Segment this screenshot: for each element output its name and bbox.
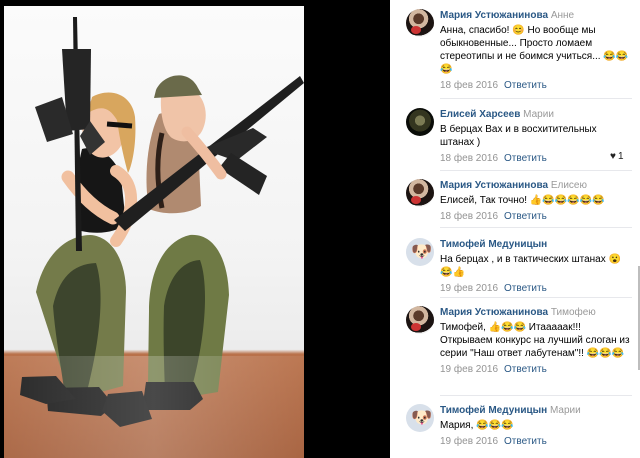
comment-header: Мария Устюжанинова Тимофею xyxy=(440,306,632,319)
dog-avatar-icon: 🐶 xyxy=(411,242,433,261)
reply-link[interactable]: Ответить xyxy=(504,211,547,222)
comment-header: Тимофей Медуницын xyxy=(440,238,632,251)
comment-body: Мария Устюжанинова Елисею Елисей, Так то… xyxy=(440,179,632,223)
comment-text: Анна, спасибо! 😊 Но вообще мы обыкновенн… xyxy=(440,25,629,75)
comment-text: Елисей, Так точно! 👍😂😂😂😂😂 xyxy=(440,195,605,206)
comment-body: Елисей Харсеев Марии В берцах Вах и в во… xyxy=(440,108,632,165)
comment-separator xyxy=(440,395,632,396)
comment-meta: 18 фев 2016 Ответить xyxy=(440,79,632,92)
avatar[interactable] xyxy=(406,306,434,334)
author-name[interactable]: Елисей Харсеев xyxy=(440,109,520,120)
comment-meta: 19 фев 2016 Ответить xyxy=(440,282,632,295)
comment-meta: 18 фев 2016 Ответить xyxy=(440,210,632,223)
comment-meta: 19 фев 2016 Ответить xyxy=(440,363,632,376)
author-name[interactable]: Тимофей Медуницын xyxy=(440,405,547,416)
comment-body: Тимофей Медуницын На берцах , и в тактич… xyxy=(440,238,632,295)
reply-to[interactable]: Марии xyxy=(523,109,554,120)
reply-link[interactable]: Ответить xyxy=(504,283,547,294)
comment-date[interactable]: 18 фев 2016 xyxy=(440,80,498,91)
reply-to[interactable]: Марии xyxy=(550,405,581,416)
reply-link[interactable]: Ответить xyxy=(504,436,547,447)
comment-meta: 18 фев 2016 Ответить xyxy=(440,152,632,165)
comment-body: Мария Устюжанинова Тимофею Тимофей, 👍😂😂 … xyxy=(440,306,632,376)
comment-text: В берцах Вах и в восхитительных штанах ) xyxy=(440,124,597,148)
avatar[interactable]: 🐶 xyxy=(406,404,434,432)
photo[interactable] xyxy=(4,6,304,458)
comment-separator xyxy=(440,98,632,99)
comment-separator xyxy=(440,297,632,298)
comment-header: Тимофей Медуницын Марии xyxy=(440,404,632,417)
reply-to[interactable]: Анне xyxy=(551,10,574,21)
comment-separator xyxy=(440,170,632,171)
floor-shine xyxy=(4,356,304,458)
black-background xyxy=(304,0,390,458)
reply-link[interactable]: Ответить xyxy=(504,364,547,375)
avatar[interactable] xyxy=(406,108,434,136)
comment-date[interactable]: 18 фев 2016 xyxy=(440,211,498,222)
comment-header: Мария Устюжанинова Анне xyxy=(440,9,632,22)
author-name[interactable]: Мария Устюжанинова xyxy=(440,180,548,191)
reply-link[interactable]: Ответить xyxy=(504,80,547,91)
avatar[interactable] xyxy=(406,179,434,207)
comments-panel: Мария Устюжанинова Анне Анна, спасибо! 😊… xyxy=(390,0,640,458)
like-count: 1 xyxy=(617,151,624,162)
comment-date[interactable]: 19 фев 2016 xyxy=(440,436,498,447)
like-button[interactable]: ♥ 1 xyxy=(608,150,624,163)
photo-viewer xyxy=(0,0,304,458)
reply-link[interactable]: Ответить xyxy=(504,153,547,164)
comment-text: На берцах , и в тактических штанах 😮😂👍 xyxy=(440,254,621,278)
comment-date[interactable]: 19 фев 2016 xyxy=(440,364,498,375)
comment-body: Тимофей Медуницын Марии Мария, 😂😂😂 19 фе… xyxy=(440,404,632,448)
heart-icon: ♥ xyxy=(610,151,616,162)
comment-text: Тимофей, 👍😂😂 Итааааак!!! Открываем конку… xyxy=(440,322,630,359)
comment-header: Елисей Харсеев Марии xyxy=(440,108,632,121)
author-name[interactable]: Мария Устюжанинова xyxy=(440,307,548,318)
dog-avatar-icon: 🐶 xyxy=(411,408,433,427)
author-name[interactable]: Тимофей Медуницын xyxy=(440,239,547,250)
comment-body: Мария Устюжанинова Анне Анна, спасибо! 😊… xyxy=(440,9,632,92)
author-name[interactable]: Мария Устюжанинова xyxy=(440,10,548,21)
comment-separator xyxy=(440,227,632,228)
comment-date[interactable]: 19 фев 2016 xyxy=(440,283,498,294)
reply-to[interactable]: Тимофею xyxy=(551,307,596,318)
comment-meta: 19 фев 2016 Ответить xyxy=(440,435,632,448)
reply-to[interactable]: Елисею xyxy=(551,180,587,191)
comment-header: Мария Устюжанинова Елисею xyxy=(440,179,632,192)
comment-text: Мария, 😂😂😂 xyxy=(440,420,514,431)
avatar[interactable]: 🐶 xyxy=(406,238,434,266)
comment-date[interactable]: 18 фев 2016 xyxy=(440,153,498,164)
avatar[interactable] xyxy=(406,9,434,37)
